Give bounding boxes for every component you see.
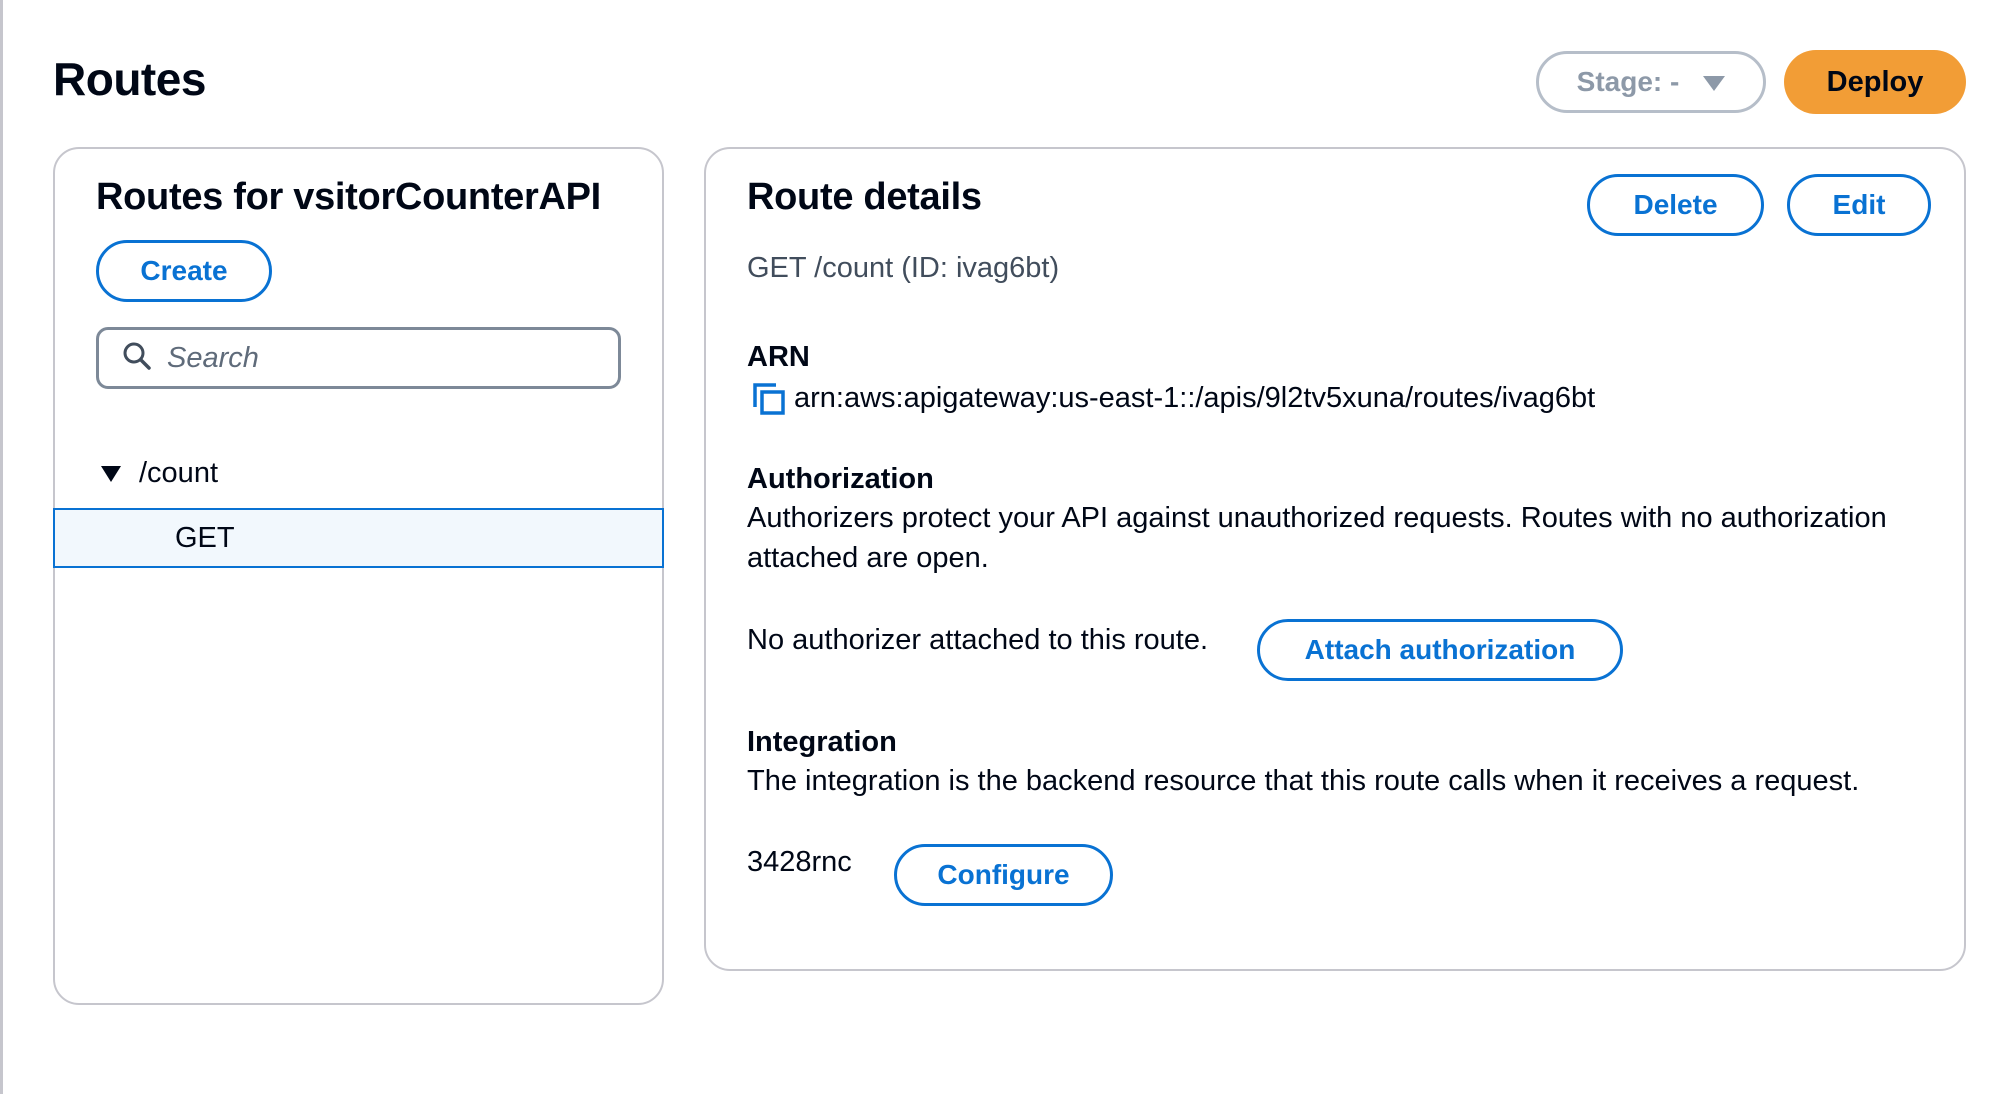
deploy-button[interactable]: Deploy [1784, 50, 1966, 114]
stage-select-label: Stage: - [1576, 66, 1680, 97]
stage-select[interactable]: Stage: - [1536, 51, 1766, 113]
authorization-description: Authorizers protect your API against una… [747, 502, 1887, 574]
tree-item-count[interactable]: /count [101, 457, 218, 490]
create-route-button[interactable]: Create [96, 240, 272, 302]
routes-panel: Routes for vsitorCounterAPI Create Searc… [53, 147, 664, 1005]
integration-id: 3428rnc [747, 846, 852, 878]
authorization-status: No authorizer attached to this route. [747, 624, 1209, 656]
integration-heading: Integration [747, 726, 897, 758]
tree-item-resource-label: /count [139, 457, 218, 489]
authorization-heading: Authorization [747, 463, 934, 495]
integration-description: The integration is the backend resource … [747, 765, 1860, 797]
page-title: Routes [53, 53, 206, 105]
search-icon [121, 340, 153, 377]
arn-value: arn:aws:apigateway:us-east-1::/apis/9l2t… [794, 382, 1596, 414]
copy-icon[interactable] [752, 382, 786, 416]
route-subtitle: GET /count (ID: ivag6bt) [747, 252, 1060, 284]
attach-authorization-button[interactable]: Attach authorization [1257, 619, 1623, 681]
tree-item-method-label: GET [175, 521, 235, 554]
tree-item-get[interactable]: GET [53, 508, 664, 568]
search-input[interactable]: Search [96, 327, 621, 389]
arn-heading: ARN [747, 341, 810, 373]
delete-button[interactable]: Delete [1587, 174, 1764, 236]
route-details-title: Route details [747, 176, 982, 218]
routes-panel-title: Routes for vsitorCounterAPI [96, 176, 601, 218]
edit-button[interactable]: Edit [1787, 174, 1931, 236]
route-details-panel: Route details Delete Edit GET /count (ID… [704, 147, 1966, 971]
caret-down-icon [1703, 75, 1726, 91]
search-placeholder: Search [167, 341, 259, 374]
routes-page: Routes Stage: - Deploy Routes for vsitor… [0, 0, 2000, 1094]
caret-down-icon[interactable] [101, 465, 121, 482]
configure-button[interactable]: Configure [894, 844, 1113, 906]
